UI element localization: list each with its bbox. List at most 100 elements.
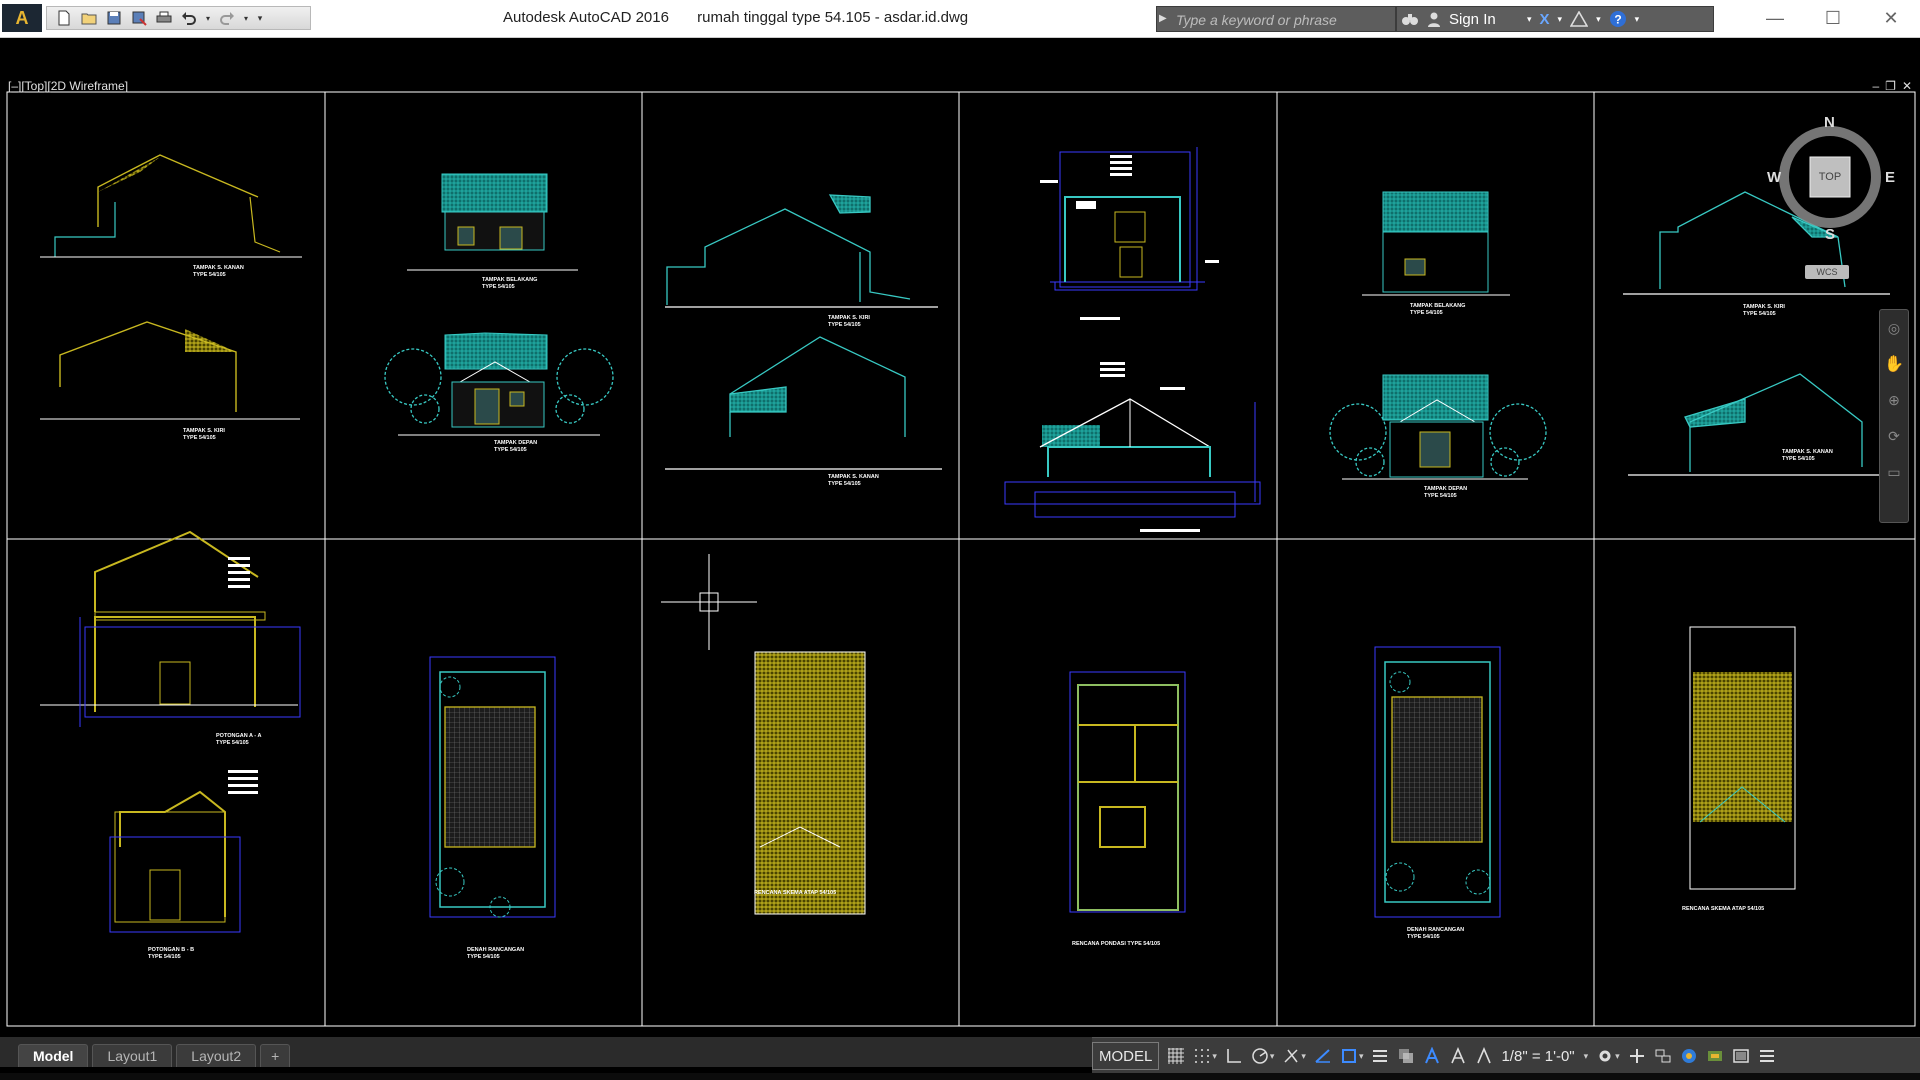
viewport-controls-label[interactable]: [–][Top][2D Wireframe] <box>8 79 128 93</box>
tab-layout2[interactable]: Layout2 <box>176 1044 257 1067</box>
viewport-close-icon[interactable]: ✕ <box>1902 79 1912 93</box>
viewport-minimize-icon[interactable]: – <box>1872 79 1879 93</box>
compass-e[interactable]: E <box>1885 169 1895 186</box>
grid-icon[interactable] <box>1163 1043 1189 1069</box>
sections-c1-row2 <box>40 530 301 933</box>
clean-screen-icon[interactable] <box>1728 1043 1754 1069</box>
tab-layout1[interactable]: Layout1 <box>92 1044 173 1067</box>
open-folder-icon[interactable] <box>78 9 100 27</box>
label-r2c6: RENCANA SKEMA ATAP 54/105 <box>1682 906 1764 912</box>
floor-plan-c5 <box>1374 646 1501 918</box>
search-input[interactable] <box>1174 9 1393 31</box>
save-as-icon[interactable] <box>128 9 150 27</box>
hardware-acceleration-icon[interactable] <box>1702 1043 1728 1069</box>
drawing-canvas[interactable]: TAMPAK S. KANAN TYPE 54/105 TAMPAK S. KI… <box>0 37 1920 1037</box>
section-drawings-c4 <box>1004 147 1261 532</box>
snap-icon[interactable]: ▾ <box>1189 1043 1221 1069</box>
label-r1c2-c: TAMPAK DEPAN <box>494 440 537 446</box>
tab-model[interactable]: Model <box>18 1044 89 1067</box>
annotation-monitor-icon[interactable] <box>1419 1043 1445 1069</box>
help-dropdown-icon[interactable]: ▾ <box>1631 7 1644 31</box>
auto-scale-icon[interactable] <box>1471 1043 1497 1069</box>
compass-n[interactable]: N <box>1824 114 1835 131</box>
label-r2c4: RENCANA PONDASI TYPE 54/105 <box>1072 941 1160 947</box>
close-icon[interactable]: ✕ <box>1862 0 1920 36</box>
label-r1c1-b: TYPE 54/105 <box>193 272 226 278</box>
a360-icon[interactable] <box>1566 7 1592 31</box>
wcs-menu[interactable]: WCS <box>1805 265 1849 279</box>
help-icon[interactable]: ? <box>1605 7 1631 31</box>
label-r1c1-a: TAMPAK S. KANAN <box>193 265 244 271</box>
roof-plan-c6 <box>1689 626 1796 890</box>
print-icon[interactable] <box>153 9 175 27</box>
exchange-dropdown-icon[interactable]: ▾ <box>1554 7 1567 31</box>
isodraft-icon[interactable]: ▾ <box>1278 1043 1310 1069</box>
label-r1c5-b: TYPE 54/105 <box>1410 310 1443 316</box>
redo-dropdown-icon[interactable]: ▾ <box>241 9 251 27</box>
minimize-icon[interactable]: — <box>1746 0 1804 36</box>
label-r2c3: RENCANA SKEMA ATAP 54/105 <box>754 890 836 896</box>
viewcube-top-label: TOP <box>1818 171 1842 183</box>
label-r1c2-d: TYPE 54/105 <box>494 447 527 453</box>
label-r2c1-a: POTONGAN A - A <box>216 733 261 739</box>
transparency-icon[interactable] <box>1393 1043 1419 1069</box>
maximize-icon[interactable]: ☐ <box>1804 0 1862 36</box>
object-snap-icon[interactable]: ▾ <box>1336 1043 1368 1069</box>
undo-icon[interactable] <box>178 9 200 27</box>
drawing-sheets: TAMPAK S. KANAN TYPE 54/105 TAMPAK S. KI… <box>6 91 1916 1027</box>
annotation-scale[interactable]: 1/8" = 1'-0" <box>1497 1043 1578 1069</box>
compass-s[interactable]: S <box>1825 226 1835 243</box>
label-r2c2-b: TYPE 54/105 <box>467 954 500 960</box>
user-icon[interactable] <box>1423 7 1445 31</box>
elevation-sides-c6 <box>1623 191 1905 476</box>
label-r1c2-b: TYPE 54/105 <box>482 284 515 290</box>
quick-access-toolbar: ▾ ▾ ▾ <box>46 6 311 30</box>
new-file-icon[interactable] <box>53 9 75 27</box>
plus-icon[interactable] <box>1624 1043 1650 1069</box>
label-r1c1-d: TYPE 54/105 <box>183 435 216 441</box>
binoculars-icon[interactable] <box>1397 7 1423 31</box>
ortho-icon[interactable] <box>1221 1043 1247 1069</box>
customize-qat-icon[interactable]: ▾ <box>254 9 266 27</box>
customize-menu-icon[interactable] <box>1754 1043 1780 1069</box>
label-r1c5-c: TAMPAK DEPAN <box>1424 486 1467 492</box>
search-expand-icon[interactable]: ▶ <box>1159 13 1167 24</box>
redo-icon[interactable] <box>216 9 238 27</box>
new-layout-button[interactable]: + <box>260 1044 291 1067</box>
lineweight-icon[interactable] <box>1367 1043 1393 1069</box>
label-r2c1-b: TYPE 54/105 <box>216 740 249 746</box>
a360-dropdown-icon[interactable]: ▾ <box>1592 7 1605 31</box>
polar-tracking-icon[interactable]: ▾ <box>1247 1043 1279 1069</box>
label-r1c3-d: TYPE 54/105 <box>828 481 861 487</box>
viewport-window-controls: – ❐ ✕ <box>1872 79 1912 93</box>
zoom-icon[interactable]: ⊕ <box>1880 382 1908 418</box>
units-icon[interactable] <box>1650 1043 1676 1069</box>
product-name: Autodesk AutoCAD 2016 <box>503 9 669 26</box>
autocad-logo-button[interactable]: A <box>2 4 42 32</box>
showmotion-icon[interactable]: ▭ <box>1880 454 1908 490</box>
compass-w[interactable]: W <box>1767 169 1781 186</box>
annotation-visibility-icon[interactable] <box>1445 1043 1471 1069</box>
label-r1c3-a: TAMPAK S. KIRI <box>828 315 870 321</box>
label-r2c2-a: DENAH RANCANGAN <box>467 947 524 953</box>
sign-in-dropdown-icon[interactable]: ▾ <box>1523 7 1536 31</box>
pan-icon[interactable]: ✋ <box>1880 346 1908 382</box>
object-snap-tracking-icon[interactable] <box>1310 1043 1336 1069</box>
orbit-icon[interactable]: ⟳ <box>1880 418 1908 454</box>
viewport-restore-icon[interactable]: ❐ <box>1885 79 1896 93</box>
sign-in-button[interactable]: Sign In <box>1445 7 1523 31</box>
viewcube[interactable]: TOP N S E W WCS <box>1767 114 1895 279</box>
model-space-button[interactable]: MODEL <box>1092 1042 1160 1070</box>
sheet-frames <box>6 91 1916 1027</box>
save-icon[interactable] <box>103 9 125 27</box>
exchange-apps-icon[interactable]: X <box>1536 7 1554 31</box>
label-r1c6-c: TAMPAK S. KANAN <box>1782 449 1833 455</box>
elevation-sides-c3 <box>665 194 942 470</box>
label-r2c1-d: TYPE 54/105 <box>148 954 181 960</box>
workspace-gear-icon[interactable]: ▾ <box>1592 1043 1624 1069</box>
undo-dropdown-icon[interactable]: ▾ <box>203 9 213 27</box>
steering-wheel-icon[interactable]: ◎ <box>1880 310 1908 346</box>
label-r1c3-b: TYPE 54/105 <box>828 322 861 328</box>
annotation-scale-dropdown-icon[interactable]: ▾ <box>1579 1043 1593 1069</box>
isolate-objects-icon[interactable] <box>1676 1043 1702 1069</box>
